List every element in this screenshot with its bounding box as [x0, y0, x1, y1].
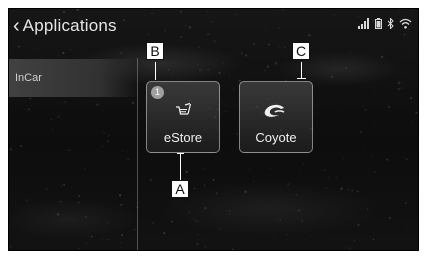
- header-bar: ‹ Applications: [9, 9, 418, 43]
- signal-bars-icon: [358, 18, 369, 29]
- wifi-icon: [399, 18, 412, 29]
- notification-badge: 1: [151, 86, 164, 99]
- sidebar-item-label: InCar: [15, 72, 42, 84]
- callout-b: B: [146, 42, 164, 60]
- callout-b-leader: [155, 62, 157, 80]
- app-tile-estore[interactable]: 1 eStore: [146, 81, 220, 153]
- head-unit-screen: ‹ Applications InCar 1 eStore Coyote: [8, 8, 419, 251]
- bluetooth-icon: [387, 18, 394, 29]
- callout-a-leader: [180, 153, 182, 181]
- app-label-estore: eStore: [163, 130, 203, 145]
- cart-icon: [176, 102, 192, 115]
- callout-a: A: [171, 180, 189, 198]
- status-bar: [358, 18, 412, 29]
- sidebar-item-incar[interactable]: InCar: [9, 59, 137, 97]
- back-button[interactable]: ‹ Applications: [13, 14, 117, 38]
- callout-c-leader-cap: [297, 78, 306, 80]
- callout-c-leader: [301, 62, 303, 79]
- app-tile-coyote[interactable]: Coyote: [239, 81, 313, 153]
- chevron-left-icon: ‹: [13, 15, 20, 37]
- sidebar: InCar: [9, 58, 138, 250]
- page-title: Applications: [22, 16, 117, 35]
- coyote-logo-icon: [264, 104, 285, 117]
- app-label-coyote: Coyote: [255, 130, 297, 145]
- callout-c: C: [292, 42, 310, 60]
- battery-icon: [375, 18, 382, 29]
